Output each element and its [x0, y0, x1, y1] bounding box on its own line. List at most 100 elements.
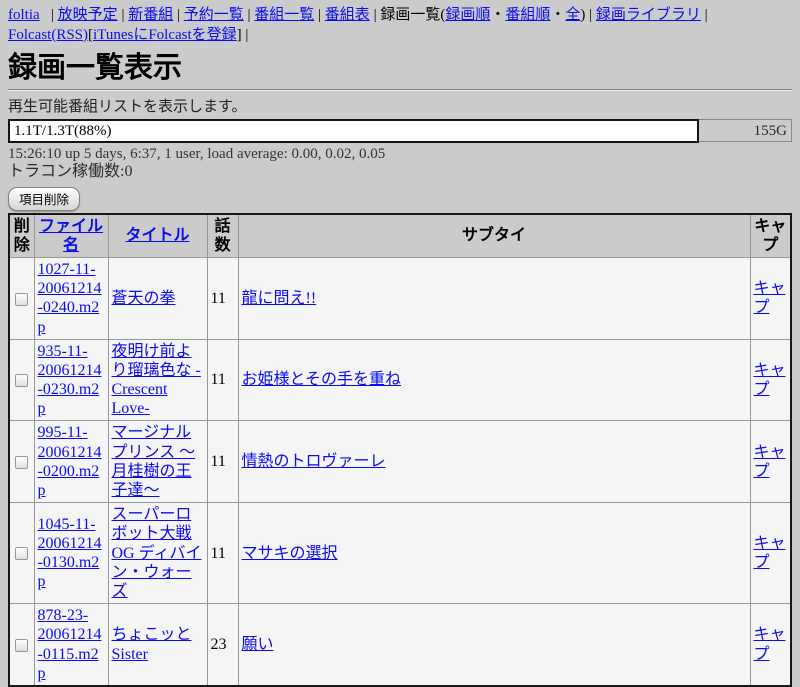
table-row: 995-11-20061214-0200.m2pマージナルプリンス ～月桂樹の王… — [9, 421, 791, 503]
title-link[interactable]: スーパーロボット大戦OG ディバイン・ウォーズ — [112, 506, 202, 600]
nav-link[interactable]: Folcast(RSS) — [8, 27, 88, 43]
sort-by-filename-link[interactable]: ファイル名 — [39, 218, 103, 254]
nav-link[interactable]: 放映予定 — [58, 7, 118, 23]
title-link[interactable]: 夜明け前より瑠璃色な -Crescent Love- — [112, 343, 201, 418]
filename-cell: 1045-11-20061214-0130.m2p — [34, 503, 108, 604]
sort-by-title-link[interactable]: タイトル — [125, 227, 189, 244]
col-header-delete: 削除 — [9, 214, 34, 258]
filename-cell: 878-23-20061214-0115.m2p — [34, 604, 108, 686]
nav-link[interactable]: 全 — [565, 7, 580, 23]
title-link[interactable]: マージナルプリンス ～月桂樹の王子達～ — [112, 424, 196, 499]
subtitle-link[interactable]: お姫様とその手を重ね — [242, 371, 402, 388]
nav-link[interactable]: 番組一覧 — [254, 7, 314, 23]
delete-cell — [9, 604, 34, 686]
nav-link[interactable]: iTunesにFolcastを登録 — [93, 27, 237, 43]
page: foltia | 放映予定 | 新番組 | 予約一覧 | 番組一覧 | 番組表 … — [0, 0, 800, 687]
col-header-title: タイトル — [108, 214, 207, 258]
row-checkbox[interactable] — [15, 456, 28, 469]
table-header-row: 削除 ファイル名 タイトル 話数 サブタイ キャプ — [9, 214, 791, 258]
nav-separator: ] | — [237, 27, 253, 43]
nav-separator: | — [173, 7, 184, 23]
disk-usage-gauge: 1.1T/1.3T(88%) 155G — [8, 119, 792, 143]
cap-link[interactable]: キャプ — [754, 362, 786, 398]
subtitle-link[interactable]: 龍に問え!! — [242, 290, 317, 307]
cap-cell: キャプ — [750, 604, 791, 686]
table-row: 878-23-20061214-0115.m2pちょこッとSister23願いキ… — [9, 604, 791, 686]
title-cell: ちょこッとSister — [108, 604, 207, 686]
filename-cell: 935-11-20061214-0230.m2p — [34, 339, 108, 421]
disk-used-cell: 1.1T/1.3T(88%) — [9, 120, 698, 142]
nav-link[interactable]: 新番組 — [128, 7, 173, 23]
nav-link[interactable]: 録画順 — [445, 7, 490, 23]
episode-cell: 11 — [207, 257, 238, 339]
title-link[interactable]: 蒼天の拳 — [112, 290, 176, 307]
row-checkbox[interactable] — [15, 547, 28, 560]
delete-cell — [9, 421, 34, 503]
top-nav: foltia | 放映予定 | 新番組 | 予約一覧 | 番組一覧 | 番組表 … — [8, 6, 792, 46]
subtitle-cell: 情熱のトロヴァーレ — [238, 421, 750, 503]
row-checkbox[interactable] — [15, 639, 28, 652]
filename-cell: 1027-11-20061214-0240.m2p — [34, 257, 108, 339]
filename-link[interactable]: 1027-11-20061214-0240.m2p — [38, 261, 102, 336]
col-header-subtitle: サブタイ — [238, 214, 750, 258]
episode-cell: 11 — [207, 503, 238, 604]
page-title: 録画一覧表示 — [8, 52, 792, 85]
subtitle-link[interactable]: 願い — [242, 636, 274, 653]
cap-link[interactable]: キャプ — [754, 444, 786, 480]
col-header-episode: 話数 — [207, 214, 238, 258]
table-row: 935-11-20061214-0230.m2p夜明け前より瑠璃色な -Cres… — [9, 339, 791, 421]
cap-link[interactable]: キャプ — [754, 535, 786, 571]
cap-cell: キャプ — [750, 421, 791, 503]
episode-cell: 11 — [207, 339, 238, 421]
title-cell: マージナルプリンス ～月桂樹の王子達～ — [108, 421, 207, 503]
filename-link[interactable]: 1045-11-20061214-0130.m2p — [38, 516, 102, 591]
nav-separator: | 録画一覧( — [370, 7, 446, 23]
filename-link[interactable]: 935-11-20061214-0230.m2p — [38, 343, 102, 418]
row-checkbox[interactable] — [15, 293, 28, 306]
transcoder-status: トラコン稼働数:0 — [8, 163, 792, 181]
nav-separator: ) | — [580, 7, 596, 23]
subtitle-cell: マサキの選択 — [238, 503, 750, 604]
delete-cell — [9, 503, 34, 604]
subtitle-cell: 願い — [238, 604, 750, 686]
nav-link[interactable]: 予約一覧 — [184, 7, 244, 23]
title-cell: 夜明け前より瑠璃色な -Crescent Love- — [108, 339, 207, 421]
cap-cell: キャプ — [750, 257, 791, 339]
subtitle-cell: お姫様とその手を重ね — [238, 339, 750, 421]
title-cell: 蒼天の拳 — [108, 257, 207, 339]
filename-link[interactable]: 878-23-20061214-0115.m2p — [38, 607, 102, 682]
nav-separator: ・ — [490, 7, 505, 23]
disk-usage-row: 1.1T/1.3T(88%) 155G — [9, 120, 792, 142]
episode-cell: 11 — [207, 421, 238, 503]
nav-separator: | — [118, 7, 129, 23]
table-row: 1027-11-20061214-0240.m2p 蒼天の拳 11龍に問え!! キャプ — [9, 257, 791, 339]
nav-link[interactable]: foltia — [8, 7, 40, 23]
delete-cell — [9, 257, 34, 339]
nav-link[interactable]: 番組順 — [505, 7, 550, 23]
subtitle-link[interactable]: 情熱のトロヴァーレ — [242, 453, 386, 470]
nav-separator: | — [701, 7, 712, 23]
delete-cell — [9, 339, 34, 421]
col-header-cap: キャプ — [750, 214, 791, 258]
page-description: 再生可能番組リストを表示します。 — [8, 95, 792, 116]
subtitle-cell: 龍に問え!! — [238, 257, 750, 339]
filename-link[interactable]: 995-11-20061214-0200.m2p — [38, 424, 102, 499]
nav-separator: | — [40, 7, 58, 23]
table-row: 1045-11-20061214-0130.m2pスーパーロボット大戦OG ディ… — [9, 503, 791, 604]
nav-separator: | — [314, 7, 325, 23]
disk-free-cell: 155G — [698, 120, 792, 142]
nav-separator: ・ — [550, 7, 565, 23]
divider — [8, 89, 792, 91]
cap-link[interactable]: キャプ — [754, 280, 786, 316]
title-cell: スーパーロボット大戦OG ディバイン・ウォーズ — [108, 503, 207, 604]
cap-link[interactable]: キャプ — [754, 626, 786, 662]
recordings-table: 削除 ファイル名 タイトル 話数 サブタイ キャプ 1027-11-200612… — [8, 213, 792, 687]
nav-link[interactable]: 番組表 — [325, 7, 370, 23]
nav-link[interactable]: 録画ライブラリ — [596, 7, 701, 23]
row-checkbox[interactable] — [15, 374, 28, 387]
filename-cell: 995-11-20061214-0200.m2p — [34, 421, 108, 503]
nav-separator: | — [244, 7, 255, 23]
title-link[interactable]: ちょこッとSister — [112, 626, 192, 662]
subtitle-link[interactable]: マサキの選択 — [242, 545, 338, 562]
delete-items-button[interactable]: 項目削除 — [8, 187, 80, 211]
